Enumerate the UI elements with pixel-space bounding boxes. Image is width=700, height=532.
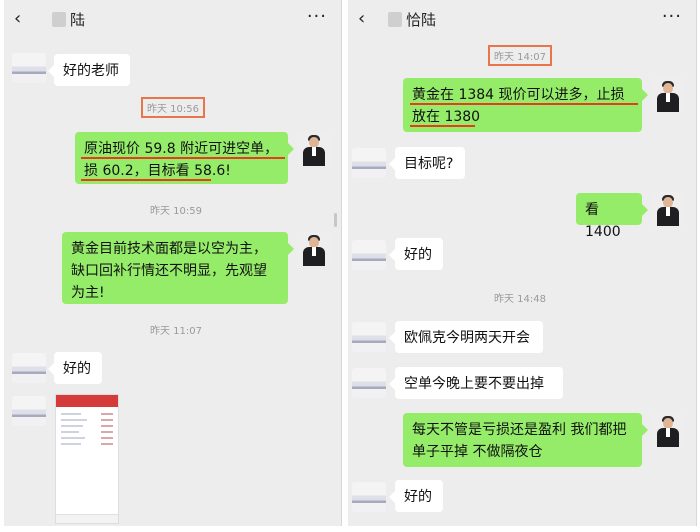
timestamp: 昨天 11:07 (150, 326, 202, 337)
screenshot-line (101, 413, 113, 415)
chat-title-text: 恰陆 (406, 11, 437, 29)
screenshot-line (101, 443, 113, 445)
message-bubble-incoming[interactable]: 空单今晚上要不要出掉 (389, 367, 563, 399)
chat-panel-left: ‹ 陆 ··· 好的老师 昨天 10:56 原油现价 59.8 附近可进空单，损… (4, 0, 342, 526)
annotation-underline (81, 179, 211, 181)
my-avatar[interactable] (651, 78, 685, 112)
timestamp-highlighted: 昨天 10:56 (141, 97, 205, 118)
more-options-icon[interactable]: ··· (307, 6, 327, 27)
message-bubble-incoming[interactable]: 好的 (389, 480, 443, 512)
screenshot-line (101, 431, 113, 433)
blurred-name (52, 12, 66, 27)
contact-avatar[interactable] (12, 53, 46, 83)
back-chevron-icon[interactable]: ‹ (14, 8, 21, 29)
annotation-underline (410, 125, 475, 127)
chat-panel-right: ‹ 恰陆 ··· 昨天 14:07 黄金在 1384 现价可以进多，止损放在 1… (348, 0, 697, 526)
message-bubble-outgoing[interactable]: 看 1400 (576, 193, 648, 240)
chat-title: 恰陆 (388, 9, 436, 30)
chat-title: 陆 (52, 9, 85, 30)
timestamp: 昨天 14:48 (494, 294, 546, 305)
image-message-screenshot[interactable] (55, 394, 119, 524)
back-chevron-icon[interactable]: ‹ (358, 8, 365, 29)
my-avatar[interactable] (297, 132, 331, 166)
more-options-icon[interactable]: ··· (662, 6, 682, 27)
screenshot-line (61, 437, 85, 439)
chat-header: ‹ 陆 ··· (4, 0, 341, 38)
screenshot-line (61, 425, 83, 427)
scrollbar-thumb[interactable] (334, 213, 337, 227)
screenshot-line (101, 437, 113, 439)
message-bubble-incoming[interactable]: 欧佩克今明两天开会 (389, 321, 543, 353)
message-bubble-incoming[interactable]: 好的老师 (48, 54, 130, 86)
contact-avatar[interactable] (352, 482, 386, 512)
screenshot-line (61, 443, 81, 445)
timestamp-highlighted: 昨天 14:07 (488, 45, 552, 66)
message-bubble-incoming[interactable]: 好的 (389, 238, 443, 270)
contact-avatar[interactable] (352, 368, 386, 398)
timestamp: 昨天 10:59 (150, 206, 202, 217)
screenshot-header (56, 395, 118, 407)
annotation-underline (81, 157, 285, 159)
screenshot-line (61, 431, 79, 433)
message-bubble-incoming[interactable]: 目标呢? (389, 147, 465, 179)
screenshot-line (101, 419, 113, 421)
chat-title-text: 陆 (70, 11, 86, 29)
my-avatar[interactable] (297, 232, 331, 266)
screenshot-line (61, 419, 87, 421)
screenshot-line (101, 425, 113, 427)
message-bubble-outgoing[interactable]: 黄金目前技术面都是以空为主，缺口回补行情还不明显，先观望为主! (62, 232, 294, 304)
contact-avatar[interactable] (352, 322, 386, 352)
contact-avatar[interactable] (352, 148, 386, 178)
contact-avatar[interactable] (352, 240, 386, 270)
contact-avatar[interactable] (12, 353, 46, 383)
screenshot-toolbar (56, 514, 118, 523)
chat-header: ‹ 恰陆 ··· (348, 0, 696, 38)
contact-avatar[interactable] (12, 396, 46, 426)
blurred-name (388, 12, 402, 27)
screenshot-line (61, 413, 81, 415)
message-bubble-outgoing[interactable]: 每天不管是亏损还是盈利 我们都把单子平掉 不做隔夜仓 (403, 413, 648, 467)
my-avatar[interactable] (651, 413, 685, 447)
message-bubble-incoming[interactable]: 好的 (48, 352, 102, 384)
annotation-underline (410, 103, 638, 105)
message-bubble-outgoing[interactable]: 黄金在 1384 现价可以进多，止损放在 1380 (403, 78, 648, 132)
my-avatar[interactable] (651, 192, 685, 226)
